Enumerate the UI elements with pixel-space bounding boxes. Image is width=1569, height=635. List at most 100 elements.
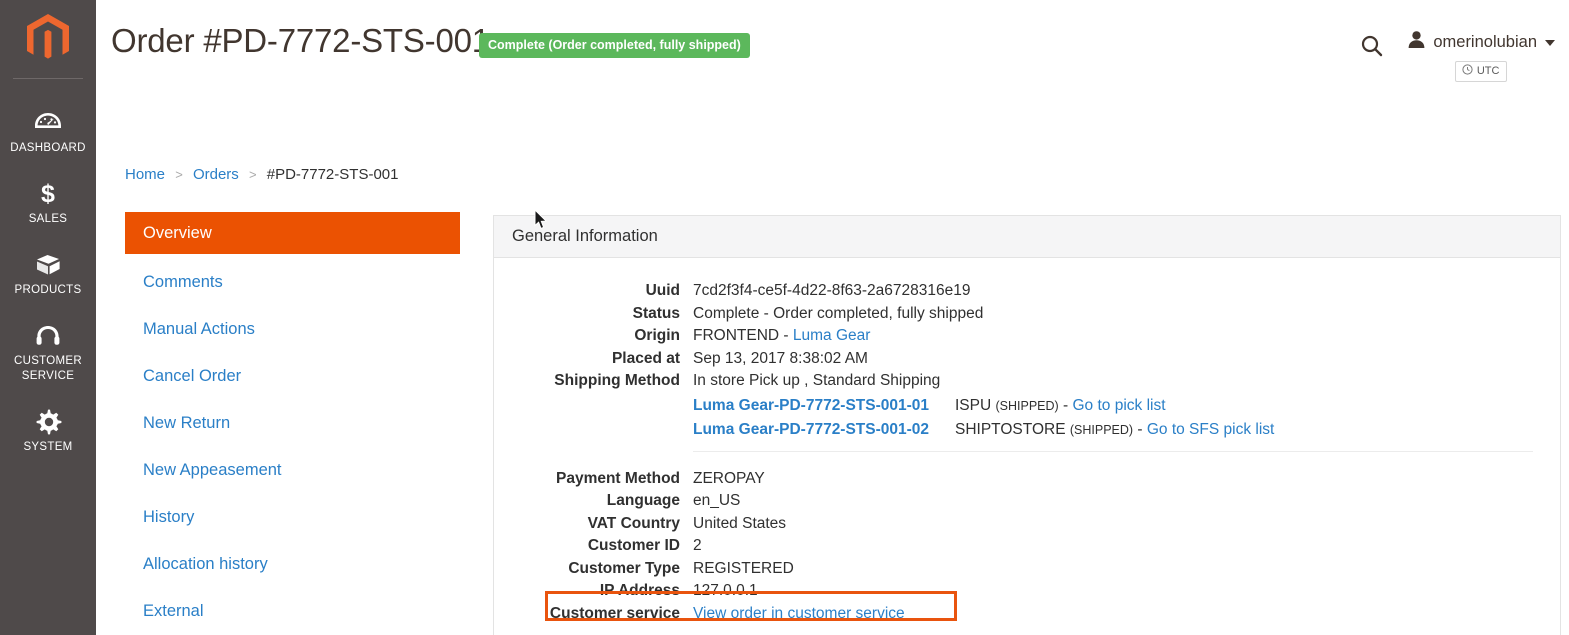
shipment-meta: SHIPTOSTORE (SHIPPED) - Go to SFS pick l…: [955, 419, 1274, 442]
row-value: United States: [693, 514, 787, 532]
shipment-state: (SHIPPED): [995, 398, 1059, 413]
sidebar-item-sales[interactable]: $ SALES: [0, 168, 96, 239]
order-nav: Overview Comments Manual Actions Cancel …: [125, 212, 460, 635]
order-nav-item-external[interactable]: External: [125, 588, 460, 635]
sidebar-item-label: DASHBOARD: [10, 142, 86, 154]
row-label: Origin: [634, 327, 680, 344]
sidebar-item-label: SYSTEM: [23, 441, 73, 453]
order-nav-item-comments[interactable]: Comments: [125, 259, 460, 306]
customer-service-headset-icon: [2, 320, 94, 350]
main-sidebar: DASHBOARD $ SALES PRODUCTS CUSTOMER SERV…: [0, 0, 96, 635]
general-information-table-secondary: Payment Method ZEROPAY Language en_US VA…: [494, 468, 1560, 626]
user-menu-row[interactable]: omerinolubian: [1407, 30, 1555, 54]
row-label: Customer service: [549, 604, 680, 622]
row-value: FRONTEND - Luma Gear: [693, 325, 1560, 348]
order-nav-item-new-appeasement[interactable]: New Appeasement: [125, 447, 460, 494]
sidebar-item-products[interactable]: PRODUCTS: [0, 239, 96, 310]
section-divider: [693, 450, 1533, 452]
sidebar-item-system[interactable]: SYSTEM: [0, 396, 96, 467]
breadcrumb-home[interactable]: Home: [125, 166, 165, 183]
breadcrumb-current: #PD-7772-STS-001: [266, 166, 399, 183]
breadcrumb: Home > Orders > #PD-7772-STS-001: [125, 166, 398, 183]
chevron-down-icon: [1545, 40, 1555, 46]
row-value: Sep 13, 2017 8:38:02 AM: [693, 349, 868, 367]
origin-text: FRONTEND -: [693, 327, 793, 344]
order-nav-item-allocation-history[interactable]: Allocation history: [125, 541, 460, 588]
search-icon[interactable]: [1359, 33, 1385, 59]
row-label: Uuid: [645, 282, 680, 299]
table-row: Customer Type REGISTERED: [494, 558, 1560, 581]
row-label: Customer ID: [587, 537, 680, 554]
row-label: VAT Country: [587, 514, 680, 532]
table-row: Origin FRONTEND - Luma Gear: [494, 325, 1560, 348]
sidebar-item-customer-service[interactable]: CUSTOMER SERVICE: [0, 310, 96, 396]
header-actions: omerinolubian UTC: [1359, 30, 1555, 82]
shipment-dash: -: [1058, 396, 1073, 414]
shipment-type: ISPU: [955, 396, 992, 414]
user-avatar-icon: [1407, 30, 1426, 54]
page-header: Order #PD-7772-STS-001 Complete (Order c…: [96, 0, 1569, 100]
shipment-state: (SHIPPED): [1069, 423, 1134, 437]
table-row: Language en_US: [494, 490, 1560, 513]
table-row: IP Address 127.0.0.1: [494, 580, 1560, 603]
order-nav-item-new-return[interactable]: New Return: [125, 400, 460, 447]
table-row: Status Complete - Order completed, fully…: [494, 303, 1560, 326]
row-label: Language: [606, 492, 680, 509]
sfs-pick-list-link[interactable]: Go to SFS pick list: [1147, 421, 1274, 438]
sidebar-item-label: SALES: [28, 213, 68, 225]
table-row: Shipping Method In store Pick up , Stand…: [494, 370, 1560, 393]
row-value: 2: [693, 537, 702, 554]
shipment-dash: -: [1133, 421, 1147, 438]
order-nav-item-cancel-order[interactable]: Cancel Order: [125, 353, 460, 400]
row-label: Status: [632, 304, 680, 322]
shipment-meta: ISPU (SHIPPED) - Go to pick list: [955, 395, 1166, 418]
order-nav-item-overview[interactable]: Overview: [125, 212, 460, 254]
sidebar-item-label: CUSTOMER SERVICE: [14, 355, 82, 382]
row-value: en_US: [693, 492, 741, 509]
origin-store-link[interactable]: Luma Gear: [793, 327, 871, 344]
row-value: REGISTERED: [693, 559, 794, 577]
breadcrumb-separator: >: [248, 167, 257, 182]
table-row: Placed at Sep 13, 2017 8:38:02 AM: [494, 348, 1560, 371]
shipment-row: Luma Gear-PD-7772-STS-001-01 ISPU (SHIPP…: [494, 393, 1560, 418]
shipment-link[interactable]: Luma Gear-PD-7772-STS-001-02: [693, 421, 929, 438]
shipment-row: Luma Gear-PD-7772-STS-001-02 SHIPTOSTORE…: [494, 417, 1560, 442]
row-value: Complete - Order completed, fully shippe…: [693, 304, 984, 322]
user-name: omerinolubian: [1433, 32, 1537, 51]
svg-text:$: $: [41, 180, 55, 207]
sidebar-item-dashboard[interactable]: DASHBOARD: [0, 97, 96, 168]
panel-body: Uuid 7cd2f3f4-ce5f-4d22-8f63-2a6728316e1…: [494, 258, 1560, 625]
order-nav-item-manual-actions[interactable]: Manual Actions: [125, 306, 460, 353]
table-row: VAT Country United States: [494, 513, 1560, 536]
user-menu[interactable]: omerinolubian UTC: [1407, 30, 1555, 82]
table-row: Payment Method ZEROPAY: [494, 468, 1560, 491]
timezone-label: UTC: [1476, 65, 1500, 77]
products-box-icon: [2, 249, 94, 279]
pick-list-link[interactable]: Go to pick list: [1072, 397, 1165, 414]
timezone-badge: UTC: [1454, 61, 1508, 82]
panel-header: General Information: [494, 216, 1560, 258]
table-row: Uuid 7cd2f3f4-ce5f-4d22-8f63-2a6728316e1…: [494, 280, 1560, 303]
row-label: Payment Method: [555, 469, 680, 487]
row-value: ZEROPAY: [693, 469, 765, 487]
row-label: Shipping Method: [554, 372, 680, 389]
sales-dollar-icon: $: [2, 178, 94, 208]
clock-icon: [1462, 64, 1473, 78]
shipment-link[interactable]: Luma Gear-PD-7772-STS-001-01: [693, 397, 929, 414]
general-information-table: Uuid 7cd2f3f4-ce5f-4d22-8f63-2a6728316e1…: [494, 280, 1560, 442]
row-label: IP Address: [599, 582, 680, 599]
shipment-type: SHIPTOSTORE: [955, 421, 1066, 438]
order-nav-item-history[interactable]: History: [125, 494, 460, 541]
row-value: In store Pick up , Standard Shipping: [693, 372, 941, 389]
customer-service-row: Customer service View order in customer …: [494, 603, 1560, 626]
row-label: Customer Type: [568, 559, 680, 577]
table-row: Customer ID 2: [494, 535, 1560, 558]
sidebar-divider: [13, 78, 83, 79]
row-value: 7cd2f3f4-ce5f-4d22-8f63-2a6728316e19: [693, 282, 971, 299]
view-order-in-customer-service-link[interactable]: View order in customer service: [693, 605, 905, 622]
magento-logo[interactable]: [0, 0, 96, 78]
row-label: Placed at: [611, 349, 680, 367]
general-information-panel: General Information Uuid 7cd2f3f4-ce5f-4…: [493, 215, 1561, 635]
row-value: 127.0.0.1: [693, 582, 758, 599]
breadcrumb-orders[interactable]: Orders: [193, 166, 239, 183]
